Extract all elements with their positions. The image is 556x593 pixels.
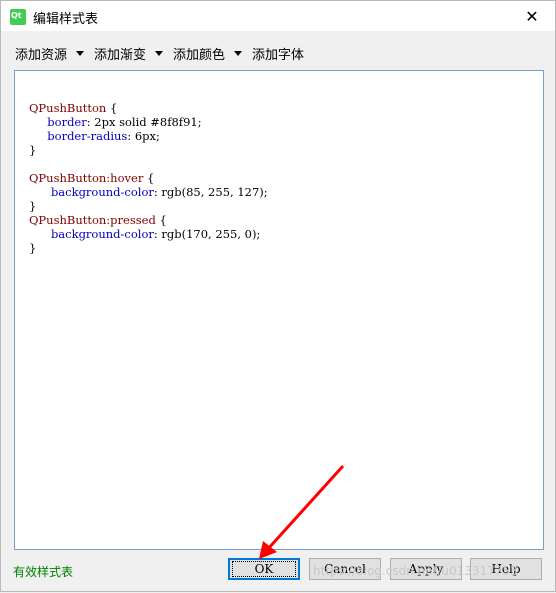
red-arrow-annotation bbox=[259, 464, 345, 559]
arrow-shaft bbox=[265, 464, 345, 552]
dialog-window: Qt 编辑样式表 ✕ 添加资源 添加渐变 添加颜色 添加字体 QPushButt… bbox=[0, 0, 556, 592]
